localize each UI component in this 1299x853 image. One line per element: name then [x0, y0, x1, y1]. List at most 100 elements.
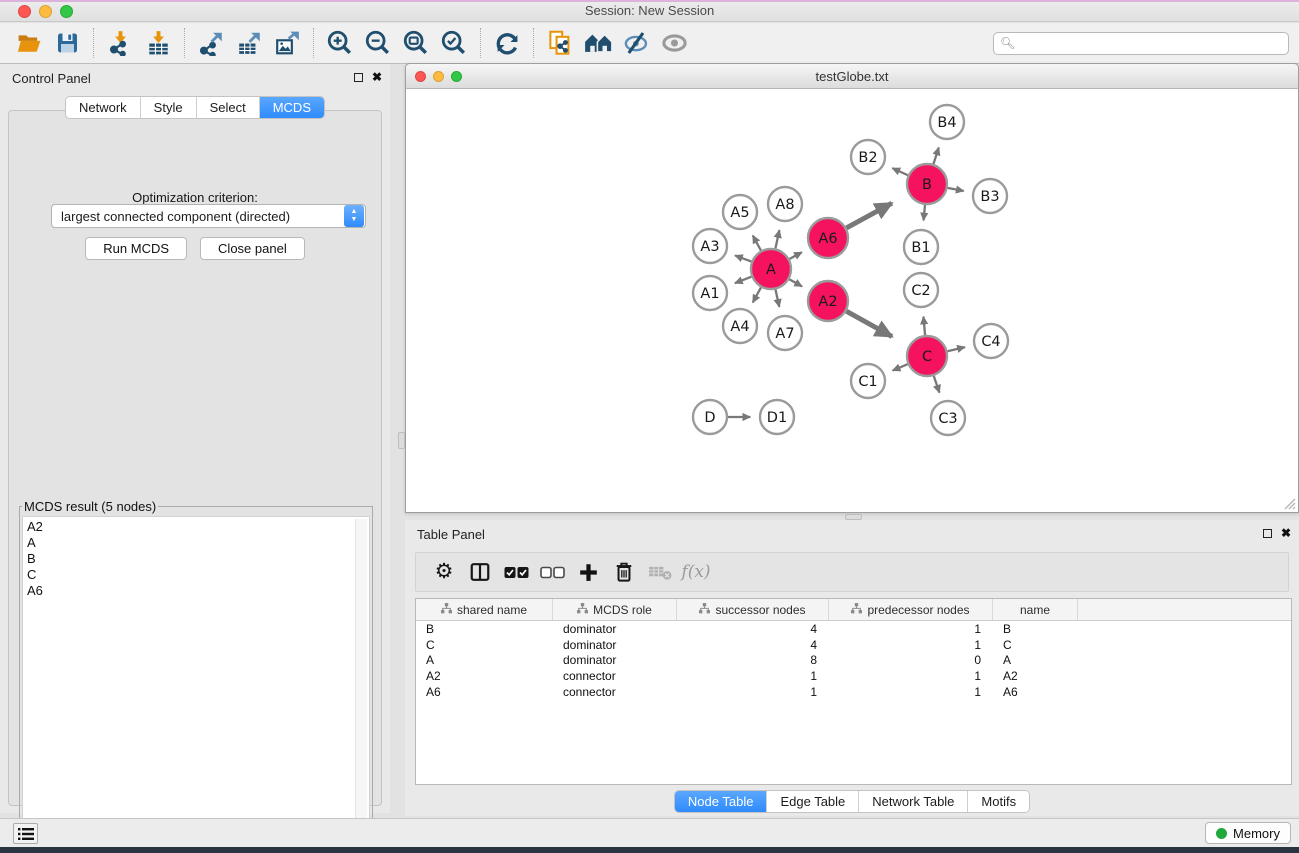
tab-network-table[interactable]: Network Table [859, 791, 968, 812]
table-cell[interactable]: C [993, 638, 1078, 652]
table-cell[interactable]: 1 [829, 669, 993, 683]
float-panel-icon[interactable] [1263, 529, 1272, 538]
column-header-MCDS-role[interactable]: MCDS role [553, 599, 677, 620]
save-session-icon[interactable] [50, 27, 84, 59]
table-cell[interactable]: 4 [677, 638, 829, 652]
close-panel-icon[interactable]: ✖ [372, 71, 382, 83]
edge-B-B3[interactable] [948, 188, 964, 191]
table-cell[interactable]: B [416, 622, 553, 636]
table-cell[interactable]: 1 [829, 638, 993, 652]
edge-B-B4[interactable] [933, 147, 938, 164]
edge-A-A8[interactable] [775, 230, 779, 248]
result-list-item[interactable]: A [27, 535, 369, 551]
table-cell[interactable]: C [416, 638, 553, 652]
table-cell[interactable]: B [993, 622, 1078, 636]
tab-edge-table[interactable]: Edge Table [767, 791, 859, 812]
table-cell[interactable]: 1 [829, 685, 993, 699]
refresh-icon[interactable] [490, 27, 524, 59]
table-cell[interactable]: 1 [829, 622, 993, 636]
zoom-selected-icon[interactable] [437, 27, 471, 59]
edge-A-A1[interactable] [735, 277, 752, 284]
delete-column-trash-icon[interactable] [606, 555, 642, 589]
zoom-out-icon[interactable] [361, 27, 395, 59]
table-cell[interactable]: 8 [677, 653, 829, 667]
optimization-criterion-select[interactable]: largest connected component (directed) ▲… [51, 204, 366, 228]
table-row[interactable]: A6connector11A6 [416, 684, 1291, 700]
close-panel-icon[interactable]: ✖ [1281, 527, 1291, 539]
table-cell[interactable]: connector [553, 669, 677, 683]
network-graph[interactable]: B4B2BB3A8A5A6B1A3AC2A1A2A4A7C4CC1C3DD1 [406, 89, 1298, 512]
tab-motifs[interactable]: Motifs [968, 791, 1029, 812]
edge-A6-B[interactable] [846, 203, 891, 228]
table-cell[interactable]: A2 [993, 669, 1078, 683]
table-cell[interactable]: 4 [677, 622, 829, 636]
tab-node-table[interactable]: Node Table [675, 791, 768, 812]
edge-C-C3[interactable] [934, 376, 940, 393]
hide-selected-eye-slash-icon[interactable] [619, 27, 653, 59]
node-table[interactable]: shared nameMCDS rolesuccessor nodesprede… [415, 598, 1292, 785]
export-image-icon[interactable] [270, 27, 304, 59]
search-field[interactable]: 🔍︎ [993, 32, 1289, 55]
edge-A-A6[interactable] [789, 252, 801, 259]
task-history-button[interactable] [13, 823, 38, 844]
column-header-successor-nodes[interactable]: successor nodes [677, 599, 829, 620]
edge-A-A3[interactable] [735, 255, 751, 261]
search-input[interactable] [1019, 36, 1282, 50]
table-row[interactable]: Cdominator41C [416, 637, 1291, 653]
edge-B-B2[interactable] [892, 168, 908, 175]
tab-select[interactable]: Select [197, 97, 260, 118]
edge-A-A4[interactable] [753, 287, 761, 302]
fit-content-icon[interactable] [399, 27, 433, 59]
create-column-plus-icon[interactable] [570, 555, 606, 589]
column-header-shared-name[interactable]: shared name [416, 599, 553, 620]
houses-icon[interactable] [581, 27, 615, 59]
mcds-result-list[interactable]: A2ABCA6 [22, 516, 370, 840]
show-all-eye-icon[interactable] [657, 27, 691, 59]
edge-A-A7[interactable] [775, 290, 779, 307]
table-cell[interactable]: 1 [677, 669, 829, 683]
result-list-item[interactable]: C [27, 567, 369, 583]
select-all-icon[interactable] [498, 555, 534, 589]
resize-grip-icon[interactable] [1282, 496, 1296, 510]
result-scrollbar[interactable] [355, 519, 367, 837]
table-row[interactable]: A2connector11A2 [416, 668, 1291, 684]
edge-B-B1[interactable] [924, 205, 925, 220]
deselect-all-icon[interactable] [534, 555, 570, 589]
zoom-in-icon[interactable] [323, 27, 357, 59]
tab-mcds[interactable]: MCDS [260, 97, 324, 118]
tab-style[interactable]: Style [141, 97, 197, 118]
export-table-icon[interactable] [232, 27, 266, 59]
edge-A-A5[interactable] [753, 235, 761, 250]
table-cell[interactable]: dominator [553, 622, 677, 636]
close-panel-button[interactable]: Close panel [200, 237, 305, 260]
table-cell[interactable]: dominator [553, 638, 677, 652]
duplicate-network-icon[interactable] [543, 27, 577, 59]
export-network-icon[interactable] [194, 27, 228, 59]
memory-button[interactable]: Memory [1205, 822, 1291, 844]
result-list-item[interactable]: B [27, 551, 369, 567]
table-cell[interactable]: A2 [416, 669, 553, 683]
edge-A-A2[interactable] [789, 279, 802, 286]
edge-C-C4[interactable] [947, 347, 965, 351]
panel-splitter-grip[interactable] [398, 432, 405, 449]
edge-A2-C[interactable] [846, 311, 892, 336]
tab-network[interactable]: Network [66, 97, 141, 118]
table-row[interactable]: Adominator80A [416, 652, 1291, 668]
table-row[interactable]: Bdominator41B [416, 621, 1291, 637]
edge-C-C1[interactable] [893, 364, 908, 370]
network-window-titlebar[interactable]: testGlobe.txt [406, 64, 1298, 89]
column-header-predecessor-nodes[interactable]: predecessor nodes [829, 599, 993, 620]
table-cell[interactable]: 1 [677, 685, 829, 699]
table-cell[interactable]: A6 [416, 685, 553, 699]
edge-C-C2[interactable] [923, 317, 925, 335]
table-cell[interactable]: A [993, 653, 1078, 667]
network-canvas[interactable]: B4B2BB3A8A5A6B1A3AC2A1A2A4A7C4CC1C3DD1 [406, 89, 1298, 512]
result-list-item[interactable]: A2 [27, 519, 369, 535]
result-list-item[interactable]: A6 [27, 583, 369, 599]
import-table-icon[interactable] [141, 27, 175, 59]
column-header-name[interactable]: name [993, 599, 1078, 620]
float-panel-icon[interactable] [354, 73, 363, 82]
open-session-icon[interactable] [12, 27, 46, 59]
table-cell[interactable]: 0 [829, 653, 993, 667]
table-cell[interactable]: connector [553, 685, 677, 699]
